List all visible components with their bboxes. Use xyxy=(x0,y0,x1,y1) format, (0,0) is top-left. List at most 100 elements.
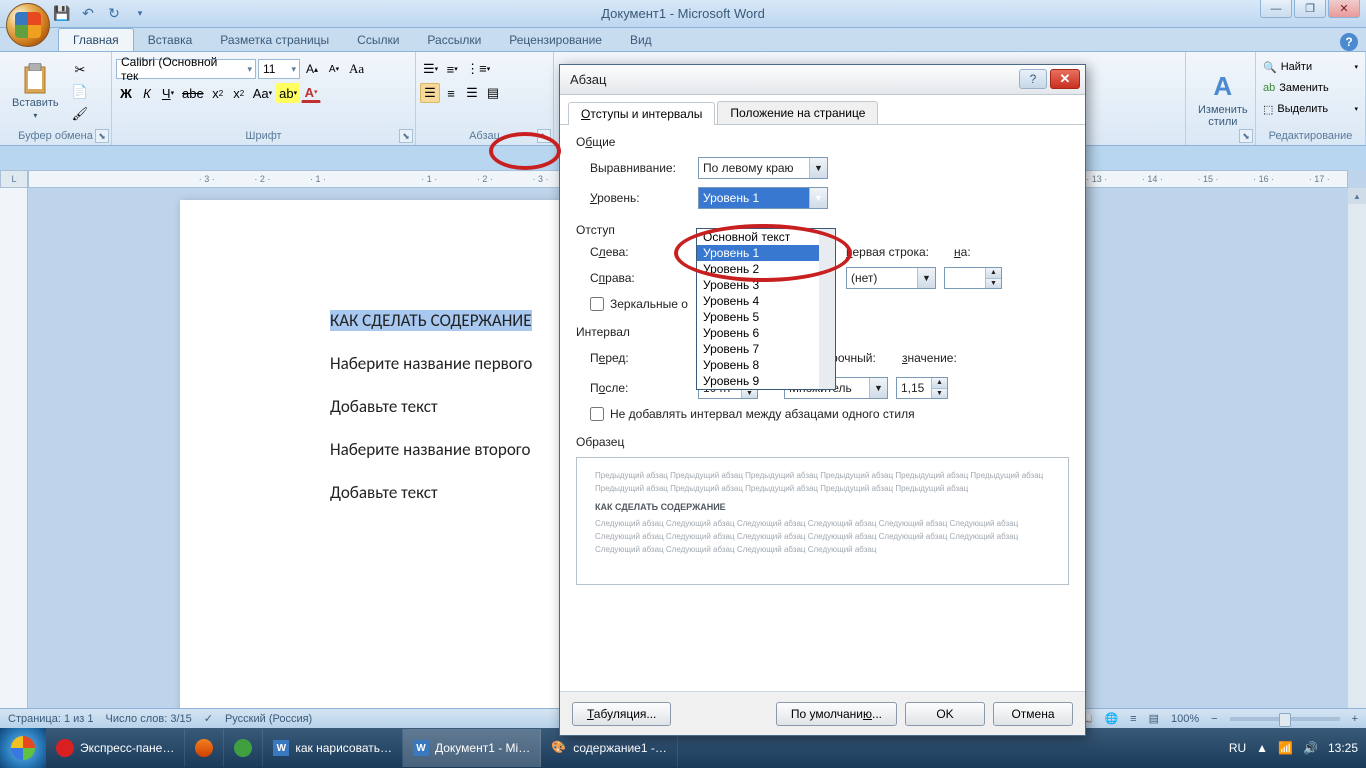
strike-icon[interactable]: abe xyxy=(179,83,207,103)
align-center-icon[interactable]: ≡ xyxy=(441,83,461,103)
taskbar-item-utorrent[interactable] xyxy=(224,729,263,767)
paragraph-launcher[interactable]: ⬊ xyxy=(537,129,551,143)
dialog-tab-indents[interactable]: Отступы и интервалы xyxy=(568,102,715,125)
doc-line-heading[interactable]: КАК СДЕЛАТЬ СОДЕРЖАНИЕ xyxy=(330,310,532,331)
zoom-out-button[interactable]: − xyxy=(1211,713,1217,725)
alignment-select[interactable]: По левому краю▼ xyxy=(698,157,828,179)
taskbar-time[interactable]: 13:25 xyxy=(1328,741,1358,755)
redo-icon[interactable]: ↻ xyxy=(102,3,126,25)
dropdown-option[interactable]: Уровень 9 xyxy=(697,373,835,389)
italic-icon[interactable]: К xyxy=(137,83,157,103)
tab-view[interactable]: Вид xyxy=(616,29,666,51)
dialog-titlebar[interactable]: Абзац ? ✕ xyxy=(560,65,1085,95)
vertical-ruler[interactable] xyxy=(0,188,28,748)
ok-button[interactable]: OK xyxy=(905,702,985,726)
align-right-icon[interactable]: ☰ xyxy=(462,83,482,103)
font-name-combo[interactable]: Calibri (Основной тек xyxy=(116,59,256,79)
view-outline-icon[interactable]: ≡ xyxy=(1130,713,1136,725)
superscript-icon[interactable]: x2 xyxy=(229,83,249,103)
chevron-down-icon[interactable]: ▼ xyxy=(809,188,827,208)
view-web-icon[interactable]: 🌐 xyxy=(1104,712,1118,725)
subscript-icon[interactable]: x2 xyxy=(208,83,228,103)
taskbar-item-word2[interactable]: WДокумент1 - Mi… xyxy=(403,729,541,767)
save-icon[interactable]: 💾 xyxy=(50,3,74,25)
justify-icon[interactable]: ▤ xyxy=(483,83,503,103)
dropdown-option[interactable]: Уровень 7 xyxy=(697,341,835,357)
level-dropdown[interactable]: Основной текстУровень 1Уровень 2 Уровень … xyxy=(696,228,836,390)
tabs-button[interactable]: Табуляция... xyxy=(572,702,671,726)
mirror-indents-checkbox[interactable] xyxy=(590,297,604,311)
shrink-font-icon[interactable]: A▾ xyxy=(324,59,344,79)
paste-button[interactable]: Вставить ▾ xyxy=(4,59,67,124)
dropdown-scrollbar[interactable] xyxy=(819,229,835,389)
dropdown-option[interactable]: Уровень 8 xyxy=(697,357,835,373)
change-case-icon[interactable]: Aa▾ xyxy=(250,83,275,103)
zoom-in-button[interactable]: + xyxy=(1352,713,1358,725)
numbering-icon[interactable]: ≡▾ xyxy=(442,59,462,79)
level-select[interactable]: Уровень 1▼ xyxy=(698,187,828,209)
tab-page-layout[interactable]: Разметка страницы xyxy=(206,29,343,51)
default-button[interactable]: По умолчанию... xyxy=(776,702,897,726)
chevron-down-icon[interactable]: ▼ xyxy=(869,378,887,398)
taskbar-lang[interactable]: RU xyxy=(1229,741,1246,755)
no-space-checkbox[interactable] xyxy=(590,407,604,421)
underline-icon[interactable]: Ч▾ xyxy=(158,83,178,103)
language-status[interactable]: Русский (Россия) xyxy=(225,713,312,725)
dropdown-option[interactable]: Уровень 1 xyxy=(697,245,835,261)
tab-home[interactable]: Главная xyxy=(58,28,134,51)
tab-mailings[interactable]: Рассылки xyxy=(413,29,495,51)
proofing-icon[interactable]: ✓ xyxy=(204,712,213,725)
cut-icon[interactable]: ✂ xyxy=(69,60,92,80)
tray-flag-icon[interactable]: ▲ xyxy=(1256,741,1268,755)
view-draft-icon[interactable]: ▤ xyxy=(1149,712,1159,725)
highlight-icon[interactable]: ab▾ xyxy=(276,83,300,103)
dialog-close-button[interactable]: ✕ xyxy=(1050,69,1080,89)
grow-font-icon[interactable]: A▴ xyxy=(302,59,322,79)
cancel-button[interactable]: Отмена xyxy=(993,702,1073,726)
find-button[interactable]: 🔍Найти▾ xyxy=(1260,57,1361,77)
zoom-value[interactable]: 100% xyxy=(1171,713,1199,725)
font-size-combo[interactable]: 11 xyxy=(258,59,300,79)
align-left-icon[interactable]: ☰ xyxy=(420,83,440,103)
dialog-tab-position[interactable]: Положение на странице xyxy=(717,101,878,124)
vertical-scrollbar[interactable] xyxy=(1348,188,1366,748)
help-icon[interactable]: ? xyxy=(1340,33,1358,51)
tab-insert[interactable]: Вставка xyxy=(134,29,207,51)
close-button[interactable]: ✕ xyxy=(1328,0,1360,18)
dropdown-option[interactable]: Уровень 4 xyxy=(697,293,835,309)
styles-launcher[interactable]: ⬊ xyxy=(1239,129,1253,143)
taskbar-item-firefox[interactable] xyxy=(185,729,224,767)
change-styles-button[interactable]: A Изменить стили xyxy=(1190,67,1256,132)
by-spinner[interactable]: ▲▼ xyxy=(944,267,1002,289)
clipboard-launcher[interactable]: ⬊ xyxy=(95,129,109,143)
office-button[interactable] xyxy=(6,3,50,47)
select-button[interactable]: ⬚Выделить▾ xyxy=(1260,99,1361,119)
chevron-down-icon[interactable]: ▼ xyxy=(809,158,827,178)
ruler-corner[interactable]: L xyxy=(0,170,28,188)
taskbar-item-word1[interactable]: Wкак нарисовать… xyxy=(263,729,403,767)
undo-icon[interactable]: ↶ xyxy=(76,3,100,25)
dropdown-option[interactable]: Уровень 2 xyxy=(697,261,835,277)
maximize-button[interactable]: ❐ xyxy=(1294,0,1326,18)
format-painter-icon[interactable]: 🖌 xyxy=(69,104,92,124)
font-launcher[interactable]: ⬊ xyxy=(399,129,413,143)
tray-network-icon[interactable]: 📶 xyxy=(1278,741,1293,755)
tab-review[interactable]: Рецензирование xyxy=(495,29,616,51)
font-color-icon[interactable]: A▾ xyxy=(301,83,321,103)
taskbar-item-opera[interactable]: Экспресс-пане… xyxy=(46,729,185,767)
replace-button[interactable]: abЗаменить xyxy=(1260,78,1361,98)
minimize-button[interactable]: — xyxy=(1260,0,1292,18)
bold-icon[interactable]: Ж xyxy=(116,83,136,103)
copy-icon[interactable]: 📄 xyxy=(69,82,92,102)
page-status[interactable]: Страница: 1 из 1 xyxy=(8,713,94,725)
dropdown-option[interactable]: Уровень 6 xyxy=(697,325,835,341)
dropdown-option[interactable]: Основной текст xyxy=(697,229,835,245)
tab-references[interactable]: Ссылки xyxy=(343,29,413,51)
multilevel-icon[interactable]: ⋮≡▾ xyxy=(463,59,493,79)
dialog-help-button[interactable]: ? xyxy=(1019,69,1047,89)
first-line-select[interactable]: (нет)▼ xyxy=(846,267,936,289)
chevron-down-icon[interactable]: ▼ xyxy=(917,268,935,288)
word-count[interactable]: Число слов: 3/15 xyxy=(106,713,192,725)
line-value-spinner[interactable]: 1,15▲▼ xyxy=(896,377,948,399)
start-button[interactable] xyxy=(0,728,46,768)
